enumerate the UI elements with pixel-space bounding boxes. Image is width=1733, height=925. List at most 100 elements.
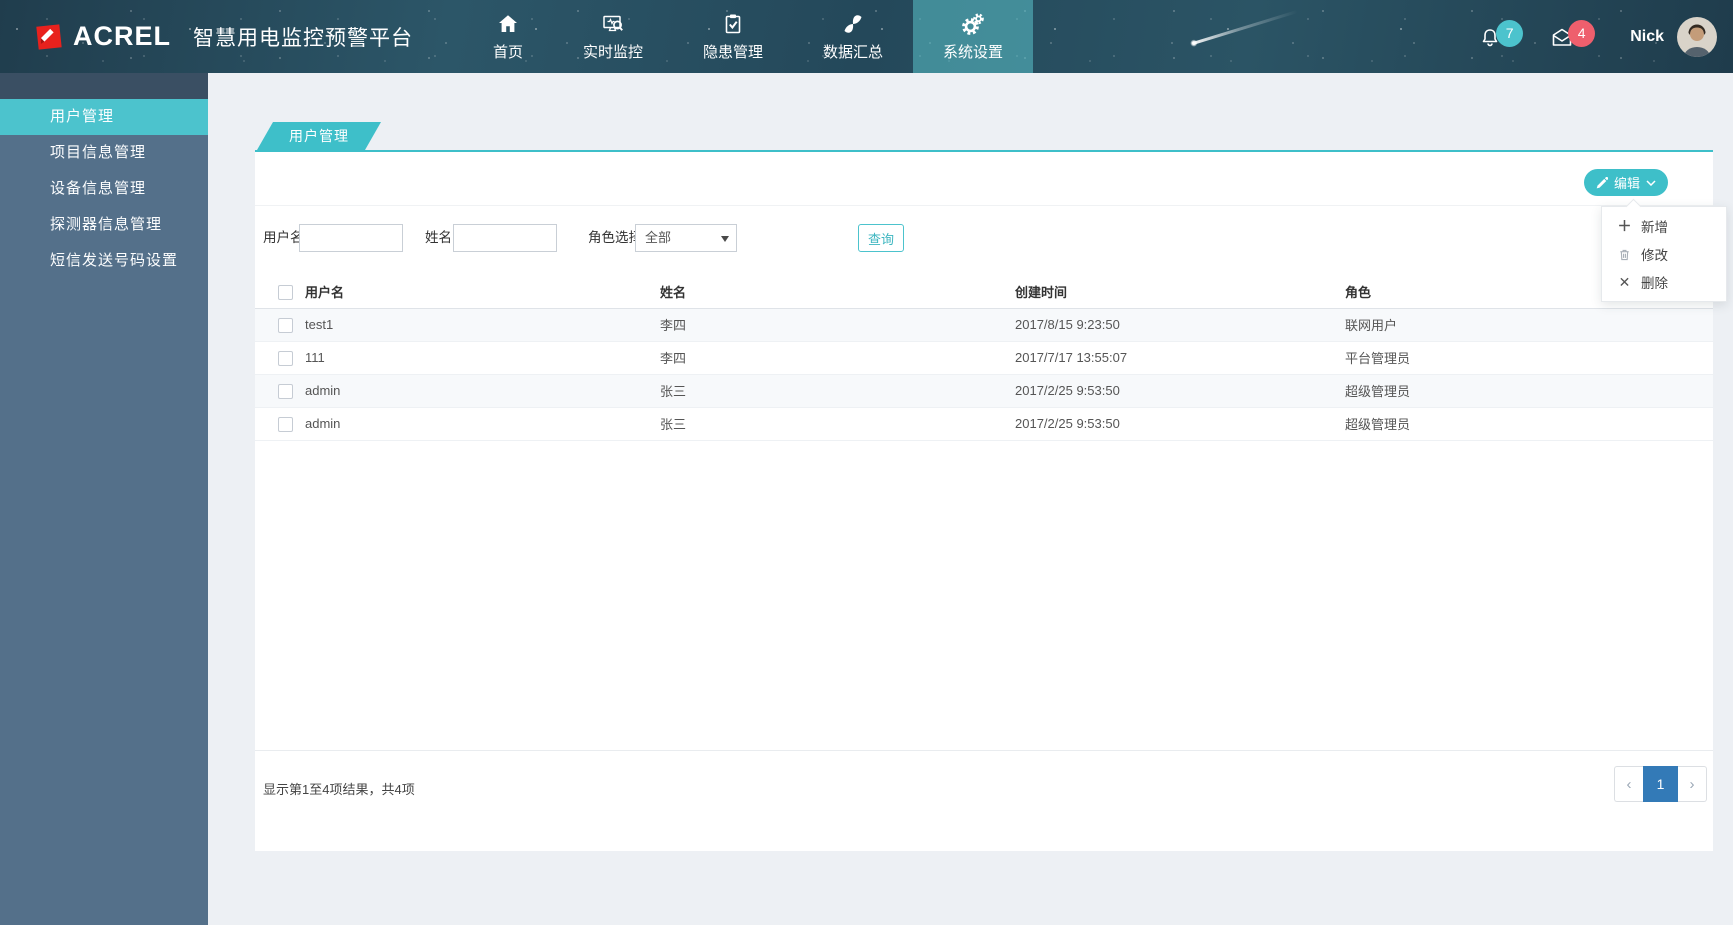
name-filter-label: 姓名 <box>425 230 452 245</box>
user-avatar[interactable] <box>1677 16 1717 57</box>
home-icon <box>496 12 520 36</box>
sidebar-item-user-management[interactable]: 用户管理 <box>0 99 208 135</box>
pagination-next-button[interactable]: › <box>1678 766 1707 802</box>
role-select[interactable]: 全部 <box>635 224 737 252</box>
cell-role: 超级管理员 <box>1335 407 1713 441</box>
cell-username: test1 <box>295 308 650 342</box>
role-select-value: 全部 <box>645 230 672 245</box>
column-header-name: 姓名 <box>650 276 1005 309</box>
cell-created: 2017/7/17 13:55:07 <box>1005 341 1335 375</box>
cell-role: 平台管理员 <box>1335 341 1713 375</box>
cell-created: 2017/2/25 9:53:50 <box>1005 374 1335 408</box>
sidebar: 用户管理 项目信息管理 设备信息管理 探测器信息管理 短信发送号码设置 <box>0 73 208 925</box>
chevron-down-icon <box>1646 179 1656 186</box>
menu-item-modify[interactable]: 修改 <box>1602 240 1726 268</box>
content-panel: 编辑 用户名 姓名 角色选择 全部 查询 用户名 姓名 创建时间 角色 test… <box>255 152 1713 851</box>
table-row: test1 李四 2017/8/15 9:23:50 联网用户 <box>255 308 1713 342</box>
nav-label: 首页 <box>492 43 523 61</box>
clipboard-check-icon <box>721 12 745 36</box>
cell-created: 2017/2/25 9:53:50 <box>1005 407 1335 441</box>
menu-item-delete[interactable]: ✕ 删除 <box>1602 268 1726 296</box>
pencil-icon <box>1596 176 1608 189</box>
sidebar-item-detector-info[interactable]: 探测器信息管理 <box>0 207 208 243</box>
column-header-created: 创建时间 <box>1005 276 1335 309</box>
plus-icon: ＋ <box>1617 218 1632 234</box>
acrel-logo-icon <box>36 23 62 50</box>
sidebar-item-project-info[interactable]: 项目信息管理 <box>0 135 208 171</box>
trash-icon <box>1617 248 1632 261</box>
notification-count-badge: 7 <box>1496 19 1524 47</box>
nav-item-data-summary[interactable]: 数据汇总 <box>793 0 913 73</box>
menu-item-add[interactable]: ＋ 新增 <box>1602 212 1726 240</box>
user-name: Nick <box>1630 27 1664 45</box>
select-all-checkbox[interactable] <box>278 284 293 300</box>
username-filter-label: 用户名 <box>263 230 304 245</box>
edit-dropdown-menu: ＋ 新增 修改 ✕ 删除 <box>1601 206 1727 302</box>
column-header-username: 用户名 <box>295 276 650 309</box>
name-filter-input[interactable] <box>453 224 557 252</box>
toolbar-divider <box>255 205 1713 206</box>
sidebar-item-sms-number[interactable]: 短信发送号码设置 <box>0 243 208 279</box>
table-header-row: 用户名 姓名 创建时间 角色 <box>255 276 1713 309</box>
role-filter-label: 角色选择 <box>588 230 642 245</box>
row-checkbox[interactable] <box>278 383 293 399</box>
pagination: ‹ 1 › <box>1614 766 1707 802</box>
nav-label: 实时监控 <box>582 43 643 61</box>
nav-item-system-settings[interactable]: 系统设置 <box>913 0 1033 73</box>
menu-item-label: 修改 <box>1641 248 1668 263</box>
cell-username: 111 <box>295 341 650 375</box>
table-row: admin 张三 2017/2/25 9:53:50 超级管理员 <box>255 374 1713 408</box>
menu-item-label: 新增 <box>1641 220 1668 235</box>
main-nav: 首页 实时监控 隐患管理 数据汇总 系统设置 <box>463 0 1033 73</box>
nav-label: 数据汇总 <box>822 43 883 61</box>
footer-divider <box>255 750 1713 751</box>
username-filter-input[interactable] <box>299 224 403 252</box>
comet-decoration <box>1191 9 1299 46</box>
sidebar-menu: 用户管理 项目信息管理 设备信息管理 探测器信息管理 短信发送号码设置 <box>0 99 208 279</box>
search-button[interactable]: 查询 <box>858 224 904 252</box>
pagination-prev-button[interactable]: ‹ <box>1614 766 1643 802</box>
close-icon: ✕ <box>1618 273 1631 290</box>
table-row: admin 张三 2017/2/25 9:53:50 超级管理员 <box>255 407 1713 441</box>
logo-text: ACREL <box>73 21 171 51</box>
top-navbar: ACREL 智慧用电监控预警平台 首页 实时监控 隐患管理 数据汇总 系统设置 … <box>0 0 1733 73</box>
row-checkbox[interactable] <box>278 350 293 366</box>
edit-button[interactable]: 编辑 <box>1583 169 1668 196</box>
pagination-page-1-button[interactable]: 1 <box>1643 766 1678 802</box>
header-right: 7 4 Nick <box>1478 0 1717 73</box>
row-checkbox[interactable] <box>278 317 293 333</box>
fan-icon <box>841 12 865 36</box>
sidebar-item-device-info[interactable]: 设备信息管理 <box>0 171 208 207</box>
nav-label: 隐患管理 <box>702 43 763 61</box>
cell-created: 2017/8/15 9:23:50 <box>1005 308 1335 342</box>
avatar-image <box>1677 16 1717 57</box>
row-checkbox[interactable] <box>278 416 293 432</box>
users-table: 用户名 姓名 创建时间 角色 test1 李四 2017/8/15 9:23:5… <box>255 276 1713 441</box>
notifications-bell[interactable]: 7 <box>1478 17 1530 57</box>
nav-item-hazard-management[interactable]: 隐患管理 <box>673 0 793 73</box>
monitor-search-icon <box>601 12 625 36</box>
filter-bar: 用户名 姓名 角色选择 全部 查询 <box>255 224 1713 254</box>
cell-name: 张三 <box>650 407 1005 441</box>
cell-role: 超级管理员 <box>1335 374 1713 408</box>
cell-name: 李四 <box>650 341 1005 375</box>
brand: ACREL 智慧用电监控预警平台 <box>34 0 413 73</box>
select-caret-icon <box>721 236 729 246</box>
tab-user-management[interactable]: 用户管理 <box>257 122 381 150</box>
gears-icon <box>961 12 985 36</box>
cell-username: admin <box>295 374 650 408</box>
messages-mail[interactable]: 4 <box>1550 17 1602 57</box>
sidebar-top-band <box>0 73 208 99</box>
cell-name: 李四 <box>650 308 1005 342</box>
cell-username: admin <box>295 407 650 441</box>
app-title: 智慧用电监控预警平台 <box>193 26 413 50</box>
table-row: 111 李四 2017/7/17 13:55:07 平台管理员 <box>255 341 1713 375</box>
menu-item-label: 删除 <box>1641 276 1668 291</box>
nav-item-realtime-monitor[interactable]: 实时监控 <box>553 0 673 73</box>
nav-label: 系统设置 <box>942 43 1003 61</box>
results-summary: 显示第1至4项结果，共4项 <box>263 782 415 797</box>
edit-button-label: 编辑 <box>1613 176 1640 191</box>
nav-item-home[interactable]: 首页 <box>463 0 553 73</box>
cell-name: 张三 <box>650 374 1005 408</box>
message-count-badge: 4 <box>1568 19 1596 47</box>
